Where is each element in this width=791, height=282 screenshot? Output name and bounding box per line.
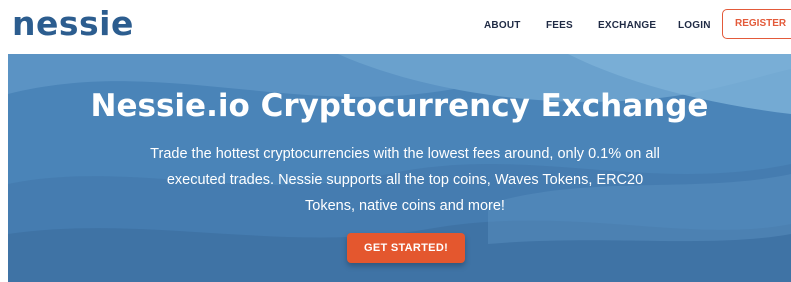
nav-link-exchange[interactable]: EXCHANGE: [598, 20, 656, 31]
hero-section: Nessie.io Cryptocurrency Exchange Trade …: [8, 54, 791, 282]
nav-link-about[interactable]: ABOUT: [484, 20, 521, 31]
nav-link-fees[interactable]: FEES: [546, 20, 573, 31]
hero-title: Nessie.io Cryptocurrency Exchange: [90, 88, 709, 124]
get-started-button[interactable]: GET STARTED!: [347, 233, 465, 263]
nav-link-login[interactable]: LOGIN: [678, 20, 711, 31]
page: nessie ABOUT FEES EXCHANGE LOGIN REGISTE…: [0, 0, 791, 282]
register-button[interactable]: REGISTER: [722, 9, 791, 39]
top-navbar: nessie ABOUT FEES EXCHANGE LOGIN REGISTE…: [0, 0, 791, 54]
hero-description: Trade the hottest cryptocurrencies with …: [150, 146, 660, 214]
nessie-logo[interactable]: nessie: [12, 4, 134, 44]
